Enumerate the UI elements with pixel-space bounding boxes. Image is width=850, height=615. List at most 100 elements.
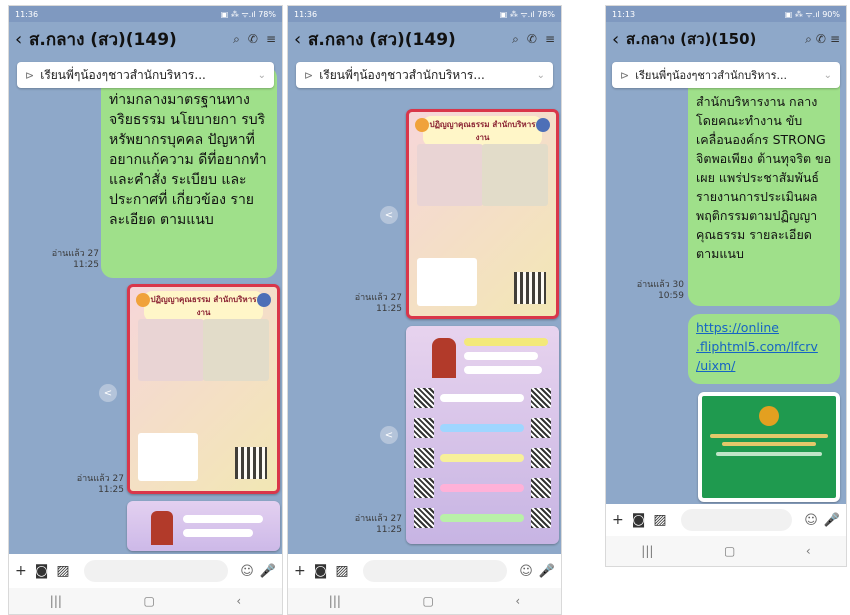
poster-image-partial[interactable]: [127, 501, 280, 551]
message-input[interactable]: [362, 560, 508, 582]
poster-text-box: [138, 433, 198, 481]
qr-code: [514, 272, 546, 304]
search-icon[interactable]: ⌕: [512, 32, 519, 47]
back-icon[interactable]: ‹: [294, 29, 308, 50]
image-icon[interactable]: ▨: [653, 512, 666, 528]
message-input[interactable]: [680, 509, 793, 531]
call-icon[interactable]: ✆: [527, 32, 537, 46]
plus-icon[interactable]: +: [612, 512, 624, 528]
pinned-announcement[interactable]: ⊳ เรียนพี่ๆน้องๆชาวสำนักบริหาร... ⌄: [17, 62, 274, 88]
search-icon[interactable]: ⌕: [233, 32, 240, 47]
message-input-bar: + ◙ ▨ ☺ 🎤: [9, 554, 282, 588]
home-icon[interactable]: ▢: [422, 594, 433, 608]
poster-text-line: [710, 434, 828, 438]
link-bubble[interactable]: https://online .fliphtml5.com/lfcrv /uix…: [688, 314, 840, 384]
poster-text-line: [440, 394, 524, 402]
message-input[interactable]: [83, 560, 229, 582]
chat-title: ส.กลาง (สว)(149): [308, 29, 456, 50]
mic-icon[interactable]: 🎤: [824, 513, 840, 528]
read-count: อ่านแล้ว 27: [354, 514, 402, 524]
read-receipt: อ่านแล้ว 30 10:59: [620, 280, 684, 302]
chat-header: ‹ ส.กลาง (สว)(149) ⌕ ✆ ≡: [288, 22, 561, 56]
back-icon[interactable]: ‹: [612, 29, 626, 50]
status-bar: 11:36 ▣ ⁂ ᯤ.ıl 78%: [288, 6, 561, 22]
image-icon[interactable]: ▨: [56, 563, 69, 579]
poster-text-line: [464, 338, 548, 346]
announcement-icon: ⊳: [25, 68, 35, 82]
emoji-icon[interactable]: ☺: [804, 513, 818, 528]
read-count: อ่านแล้ว 27: [51, 249, 99, 259]
read-count: อ่านแล้ว 27: [354, 293, 402, 303]
poster-text-line: [464, 352, 538, 360]
qr-code: [531, 508, 551, 528]
read-receipt: อ่านแล้ว 27 11:25: [64, 474, 124, 496]
qr-code: [531, 448, 551, 468]
message-text: สำนักบริหารงาน กลาง โดยคณะทำงาน ขับเคลื่…: [696, 94, 832, 261]
menu-icon[interactable]: ≡: [545, 32, 555, 46]
poster-image[interactable]: ปฏิญญาคุณธรรม สำนักบริหารงาน: [127, 284, 280, 494]
back-nav-icon[interactable]: ‹: [515, 594, 520, 608]
phone-screenshot-2: 11:36 ▣ ⁂ ᯤ.ıl 78% ‹ ส.กลาง (สว)(149) ⌕ …: [287, 5, 562, 615]
poster-text-box: [417, 258, 477, 306]
qr-code: [414, 418, 434, 438]
back-nav-icon[interactable]: ‹: [236, 594, 241, 608]
recent-apps-icon[interactable]: |||: [641, 544, 653, 558]
qr-code: [531, 478, 551, 498]
camera-icon[interactable]: ◙: [35, 563, 49, 579]
emblem-icon: [136, 293, 150, 307]
poster-image[interactable]: [698, 392, 840, 502]
camera-icon[interactable]: ◙: [632, 512, 646, 528]
status-right: ▣ ⁂ ᯤ.ıl 78%: [499, 9, 555, 19]
plus-icon[interactable]: +: [15, 563, 27, 579]
chevron-down-icon[interactable]: ⌄: [824, 70, 832, 81]
poster-text-line: [440, 484, 524, 492]
poster-title: ปฏิญญาคุณธรรม สำนักบริหารงาน: [144, 291, 263, 321]
chevron-down-icon[interactable]: ⌄: [537, 70, 545, 81]
message-bubble[interactable]: ท่ามกลางมาตรฐานทาง จริยธรรม นโยบายกา รบร…: [101, 66, 277, 278]
share-icon[interactable]: <: [380, 206, 398, 224]
plus-icon[interactable]: +: [294, 563, 306, 579]
share-icon[interactable]: <: [380, 426, 398, 444]
message-bubble[interactable]: สำนักบริหารงาน กลาง โดยคณะทำงาน ขับเคลื่…: [688, 70, 840, 306]
camera-icon[interactable]: ◙: [314, 563, 328, 579]
phone-screenshot-3: 11:13 ▣ ⁂ ᯤ.ıl 90% ‹ ส.กลาง (สว)(150) ⌕ …: [605, 5, 847, 567]
poster-text-line: [183, 515, 263, 523]
poster-image[interactable]: [406, 326, 559, 544]
call-icon[interactable]: ✆: [816, 32, 826, 46]
chevron-down-icon[interactable]: ⌄: [258, 70, 266, 81]
mic-icon[interactable]: 🎤: [539, 564, 555, 579]
status-time: 11:36: [15, 9, 39, 19]
message-time: 11:25: [98, 485, 124, 495]
image-icon[interactable]: ▨: [335, 563, 348, 579]
emoji-icon[interactable]: ☺: [519, 564, 533, 579]
menu-icon[interactable]: ≡: [266, 32, 276, 46]
share-icon[interactable]: <: [99, 384, 117, 402]
pinned-announcement[interactable]: ⊳ เรียนพี่ๆน้องๆชาวสำนักบริหาร... ⌄: [612, 62, 840, 88]
search-icon[interactable]: ⌕: [805, 32, 812, 47]
qr-code: [414, 508, 434, 528]
home-icon[interactable]: ▢: [143, 594, 154, 608]
logo-icon: [536, 118, 550, 132]
url-link[interactable]: https://online .fliphtml5.com/lfcrv /uix…: [696, 320, 818, 373]
message-time: 11:25: [376, 525, 402, 535]
emoji-icon[interactable]: ☺: [240, 564, 254, 579]
qr-code: [531, 388, 551, 408]
home-icon[interactable]: ▢: [724, 544, 735, 558]
menu-icon[interactable]: ≡: [830, 32, 840, 46]
mic-icon[interactable]: 🎤: [260, 564, 276, 579]
back-nav-icon[interactable]: ‹: [806, 544, 811, 558]
pinned-announcement[interactable]: ⊳ เรียนพี่ๆน้องๆชาวสำนักบริหาร... ⌄: [296, 62, 553, 88]
call-icon[interactable]: ✆: [248, 32, 258, 46]
person-photo: [432, 338, 456, 378]
message-text: ท่ามกลางมาตรฐานทาง จริยธรรม นโยบายกา รบร…: [109, 92, 267, 228]
read-count: อ่านแล้ว 30: [636, 280, 684, 290]
poster-image[interactable]: ปฏิญญาคุณธรรม สำนักบริหารงาน: [406, 109, 559, 319]
recent-apps-icon[interactable]: |||: [329, 594, 341, 608]
status-time: 11:36: [294, 9, 318, 19]
poster-photos: [203, 319, 269, 381]
back-icon[interactable]: ‹: [15, 29, 29, 50]
chat-header: ‹ ส.กลาง (สว)(150) ⌕ ✆ ≡: [606, 22, 846, 56]
qr-code: [235, 447, 267, 479]
recent-apps-icon[interactable]: |||: [50, 594, 62, 608]
qr-code: [414, 388, 434, 408]
